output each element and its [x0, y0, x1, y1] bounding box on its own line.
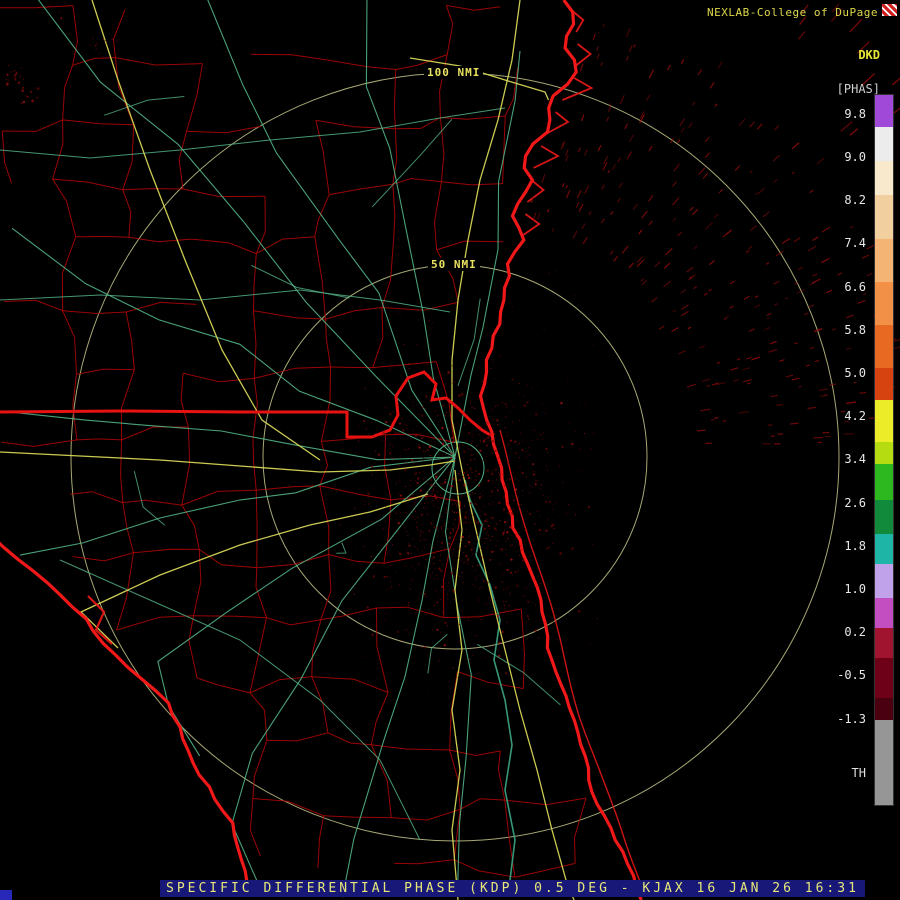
- colorbar-segment: [875, 95, 893, 127]
- colorbar-segment: [875, 161, 893, 195]
- range-ring-label-50nmi: 50 NMI: [428, 258, 480, 271]
- colorbar-segment: [875, 400, 893, 442]
- colorbar-tick: 0.2: [844, 625, 866, 639]
- colorbar-segment: [875, 628, 893, 658]
- colorbar-tick: 9.0: [844, 150, 866, 164]
- colorbar-tick: 1.0: [844, 582, 866, 596]
- colorbar-segment: [875, 720, 893, 805]
- colorbar-tick: 2.6: [844, 496, 866, 510]
- colorbar-segment: [875, 464, 893, 500]
- state-line: [0, 370, 493, 439]
- colorbar-segment: [875, 325, 893, 368]
- colorbar-segment: [875, 500, 893, 534]
- colorbar: [874, 94, 894, 806]
- colorbar-tick: 5.8: [844, 323, 866, 337]
- colorbar-tick: 7.4: [844, 236, 866, 250]
- colorbar-segment: [875, 442, 893, 464]
- colorbar-segment: [875, 598, 893, 628]
- colorbar-tick: 1.8: [844, 539, 866, 553]
- corner-mark: [0, 890, 12, 900]
- colorbar-segment: [875, 534, 893, 564]
- colorbar-tick: -0.5: [837, 668, 866, 682]
- radar-display: 100 NMI 50 NMI NEXLAB-College of DuPage …: [0, 0, 900, 900]
- colorbar-tick: 6.6: [844, 280, 866, 294]
- colorbar-tick: 8.2: [844, 193, 866, 207]
- roads-rivers: [0, 0, 561, 898]
- colorbar-segment: [875, 564, 893, 598]
- colorbar-segment: [875, 658, 893, 698]
- colorbar-segment: [875, 282, 893, 325]
- colorbar-tick: -1.3: [837, 712, 866, 726]
- colorbar-tick: 9.8: [844, 107, 866, 121]
- colorbar-threshold-label: TH: [851, 766, 866, 780]
- cod-logo-icon: [882, 4, 897, 16]
- colorbar-segment: [875, 195, 893, 239]
- colorbar-tick-labels: 9.8 9.0 8.2 7.4 6.6 5.8 5.0 4.2 3.4 2.6 …: [822, 0, 866, 900]
- colorbar-segment: [875, 239, 893, 282]
- product-caption: SPECIFIC DIFFERENTIAL PHASE (KDP) 0.5 DE…: [160, 880, 865, 897]
- colorbar-segment: [875, 368, 893, 400]
- highways: [0, 0, 575, 900]
- radar-map: [0, 0, 900, 900]
- range-ring-label-100nmi: 100 NMI: [424, 66, 484, 79]
- colorbar-tick: 5.0: [844, 366, 866, 380]
- colorbar-segment: [875, 127, 893, 161]
- colorbar-tick: 4.2: [844, 409, 866, 423]
- colorbar-segment: [875, 698, 893, 720]
- colorbar-tick: 3.4: [844, 452, 866, 466]
